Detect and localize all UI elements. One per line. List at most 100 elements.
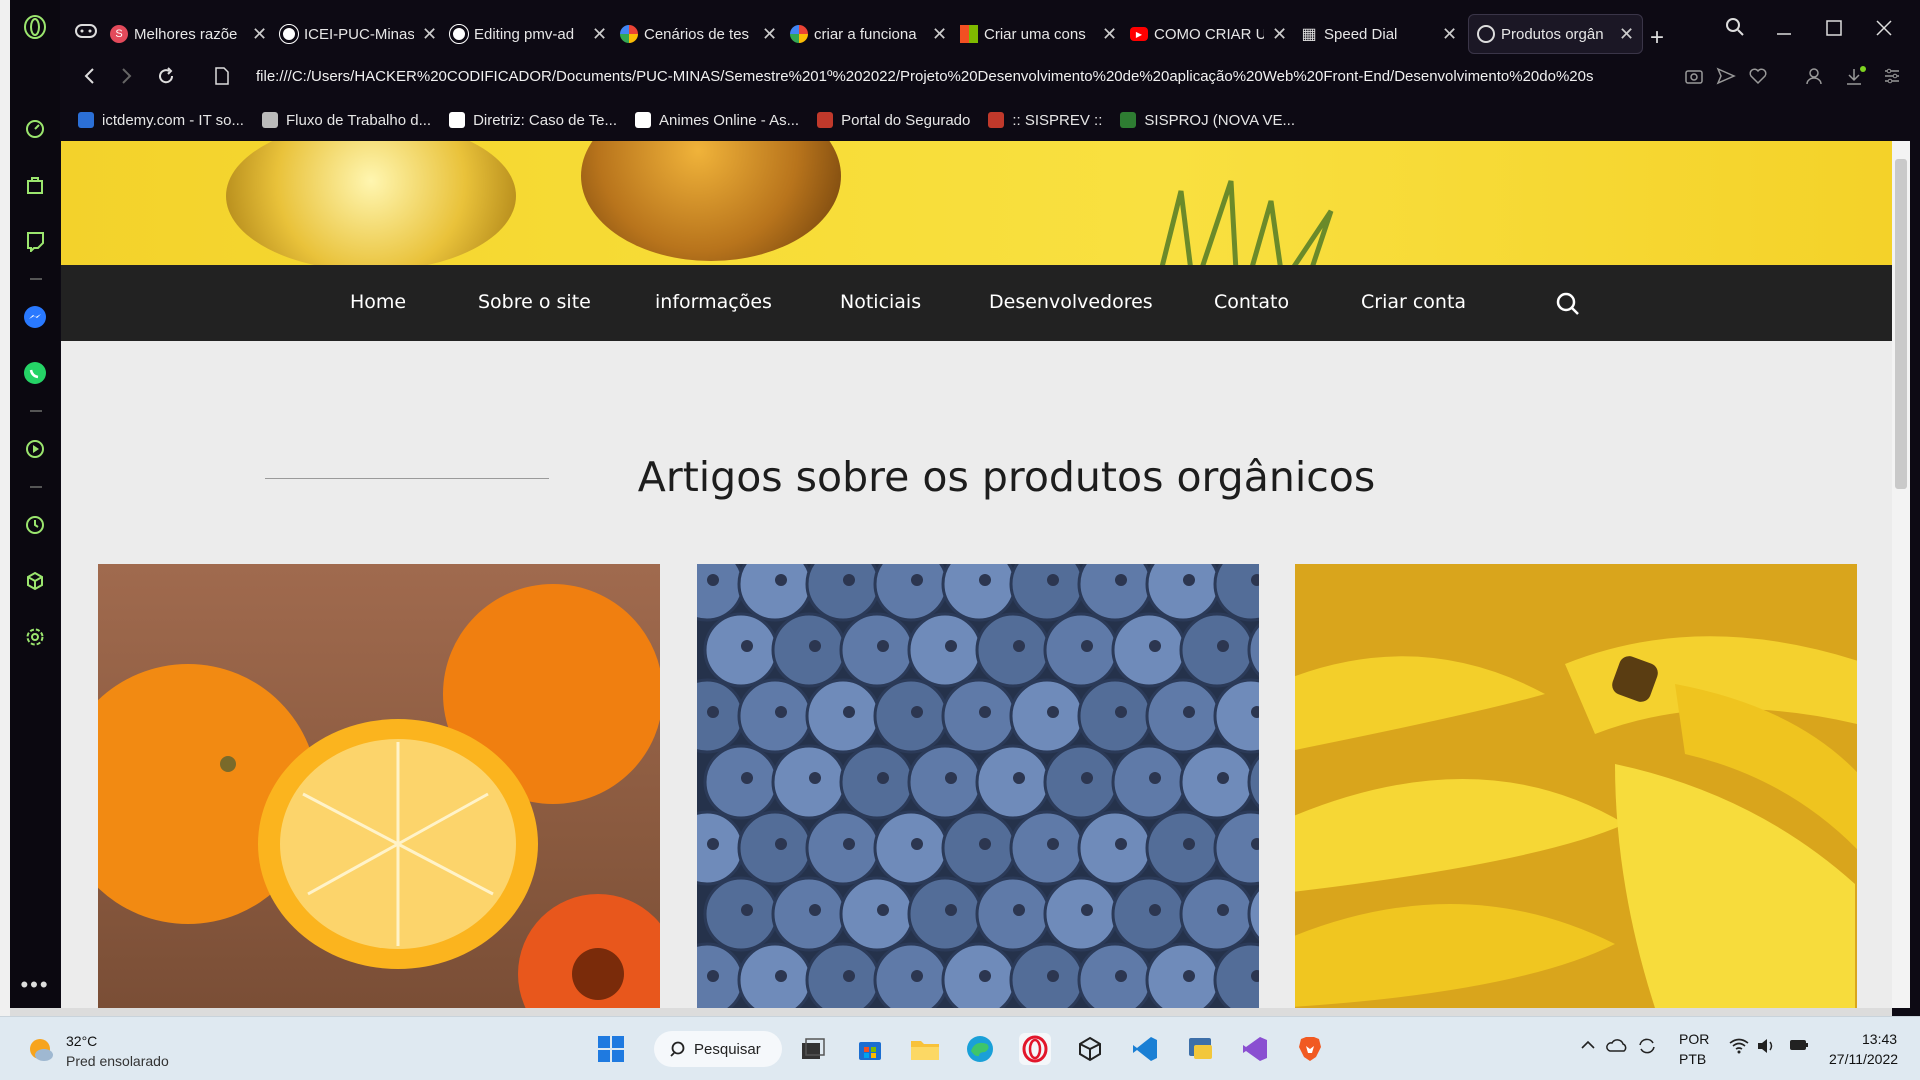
tab-close-icon[interactable]: ✕ (1442, 24, 1457, 45)
snapshot-icon[interactable] (1684, 66, 1704, 92)
opera-taskbar-icon[interactable] (1019, 1033, 1051, 1065)
tab-2[interactable]: Editing pmv-ad ✕ (449, 14, 607, 54)
nav-contato[interactable]: Contato (1214, 291, 1289, 313)
blueberry (771, 612, 847, 688)
scroll-thumb[interactable] (1895, 159, 1907, 489)
edge-icon[interactable] (964, 1033, 996, 1065)
weather-desc[interactable]: Pred ensolarado (66, 1053, 169, 1069)
settings-icon[interactable] (22, 624, 48, 650)
minimize-button[interactable] (1774, 20, 1794, 46)
vertical-scrollbar[interactable] (1892, 141, 1910, 1008)
tab-8[interactable]: Produtos orgân ✕ (1468, 14, 1644, 54)
hero-banner-image (61, 141, 1892, 265)
file-explorer-icon[interactable] (909, 1033, 941, 1065)
bookmark-5[interactable]: :: SISPREV :: (988, 112, 1102, 129)
tab-close-icon[interactable]: ✕ (1272, 24, 1287, 45)
tab-4[interactable]: criar a funciona ✕ (790, 14, 947, 54)
battery-icon[interactable] (1786, 1037, 1810, 1056)
blueberry-crown (775, 970, 787, 982)
tab-1[interactable]: ICEI-PUC-Minas ✕ (279, 14, 437, 54)
python-icon[interactable] (1184, 1033, 1216, 1065)
weather-icon[interactable] (26, 1035, 56, 1070)
reload-icon[interactable] (156, 66, 176, 92)
tab-3[interactable]: Cenários de tes ✕ (620, 14, 777, 54)
bookmark-2[interactable]: Diretriz: Caso de Te... (449, 112, 617, 129)
site-search-icon[interactable] (1555, 291, 1581, 322)
nav-sobre[interactable]: Sobre o site (478, 291, 591, 313)
bag-icon[interactable] (22, 172, 48, 198)
whatsapp-icon[interactable] (22, 360, 48, 386)
bookmark-6[interactable]: SISPROJ (NOVA VE... (1120, 112, 1295, 129)
chevron-up-icon[interactable] (1580, 1037, 1596, 1056)
language-top[interactable]: POR (1679, 1031, 1709, 1047)
bookmark-1[interactable]: Fluxo de Trabalho d... (261, 112, 431, 129)
task-view-icon[interactable] (797, 1033, 829, 1065)
taskbar-search[interactable]: Pesquisar (654, 1031, 782, 1067)
vscode-icon[interactable] (1129, 1033, 1161, 1065)
onedrive-icon[interactable] (1606, 1037, 1628, 1056)
blueberry (907, 744, 983, 820)
clock-date[interactable]: 27/11/2022 (1829, 1051, 1898, 1067)
history-icon[interactable] (22, 512, 48, 538)
bookmark-0[interactable]: ictdemy.com - IT so... (78, 112, 244, 129)
start-button[interactable] (595, 1033, 627, 1065)
bookmark-4[interactable]: Portal do Segurado (817, 112, 970, 129)
tab-close-icon[interactable]: ✕ (422, 24, 437, 45)
tab-6[interactable]: ▶ COMO CRIAR U ✕ (1130, 14, 1287, 54)
tab-7[interactable]: ▦ Speed Dial ✕ (1300, 14, 1457, 54)
easy-setup-icon[interactable] (1882, 66, 1902, 92)
tab-label: Cenários de tes (644, 25, 750, 43)
bookmark-3[interactable]: Animes Online - As... (635, 112, 799, 129)
new-tab-button[interactable]: + (1650, 24, 1664, 52)
wifi-icon[interactable] (1728, 1037, 1750, 1058)
cube-icon[interactable] (22, 568, 48, 594)
tab-close-icon[interactable]: ✕ (252, 24, 267, 45)
blueberry (697, 942, 745, 1008)
back-icon[interactable] (80, 66, 100, 92)
tab-close-icon[interactable]: ✕ (932, 24, 947, 45)
bookmark-favicon-icon (261, 112, 278, 128)
url-field[interactable]: file:///C:/Users/HACKER%20CODIFICADOR/Do… (256, 68, 1666, 85)
forward-icon[interactable] (116, 66, 136, 92)
tab-search-icon[interactable] (1724, 16, 1746, 44)
player-icon[interactable] (22, 436, 48, 462)
maximize-button[interactable] (1824, 18, 1844, 44)
close-window-button[interactable] (1874, 18, 1894, 44)
article-card-oranges[interactable] (98, 564, 660, 1008)
profile-icon[interactable] (1804, 66, 1824, 92)
nav-informacoes[interactable]: informações (655, 291, 772, 313)
visual-studio-icon[interactable] (1239, 1033, 1271, 1065)
language-bottom[interactable]: PTB (1679, 1051, 1706, 1067)
unity-icon[interactable] (1074, 1033, 1106, 1065)
gamepad-icon[interactable] (74, 22, 98, 46)
nav-noticiais[interactable]: Noticiais (840, 291, 921, 313)
blueberry-crown (1081, 772, 1093, 784)
speed-dial-icon[interactable] (22, 116, 48, 142)
blueberry-crown (945, 904, 957, 916)
brave-icon[interactable] (1294, 1033, 1326, 1065)
store-icon[interactable] (854, 1033, 886, 1065)
heart-icon[interactable] (1748, 66, 1768, 92)
volume-icon[interactable] (1756, 1037, 1776, 1058)
tab-close-icon[interactable]: ✕ (592, 24, 607, 45)
article-card-bananas[interactable] (1295, 564, 1857, 1008)
nav-home[interactable]: Home (350, 291, 406, 313)
weather-temp[interactable]: 32°C (66, 1033, 97, 1049)
download-icon[interactable] (1844, 66, 1866, 94)
send-icon[interactable] (1716, 66, 1736, 92)
article-card-blueberries[interactable] (697, 564, 1259, 1008)
horizontal-scrollbar[interactable] (10, 1008, 1892, 1016)
tab-0[interactable]: S Melhores razõe ✕ (110, 14, 267, 54)
nav-criar-conta[interactable]: Criar conta (1361, 291, 1466, 313)
clock-time[interactable]: 13:43 (1862, 1031, 1897, 1047)
twitch-icon[interactable] (22, 228, 48, 254)
tab-close-icon[interactable]: ✕ (762, 24, 777, 45)
tab-5[interactable]: Criar uma cons ✕ (960, 14, 1117, 54)
more-icon[interactable]: ••• (20, 972, 48, 998)
tab-close-icon[interactable]: ✕ (1102, 24, 1117, 45)
messenger-icon[interactable] (22, 304, 48, 330)
sync-icon[interactable] (1636, 1035, 1658, 1060)
nav-desenvolvedores[interactable]: Desenvolvedores (989, 291, 1153, 313)
opera-logo-icon[interactable] (22, 14, 48, 40)
tab-close-icon[interactable]: ✕ (1619, 24, 1634, 45)
